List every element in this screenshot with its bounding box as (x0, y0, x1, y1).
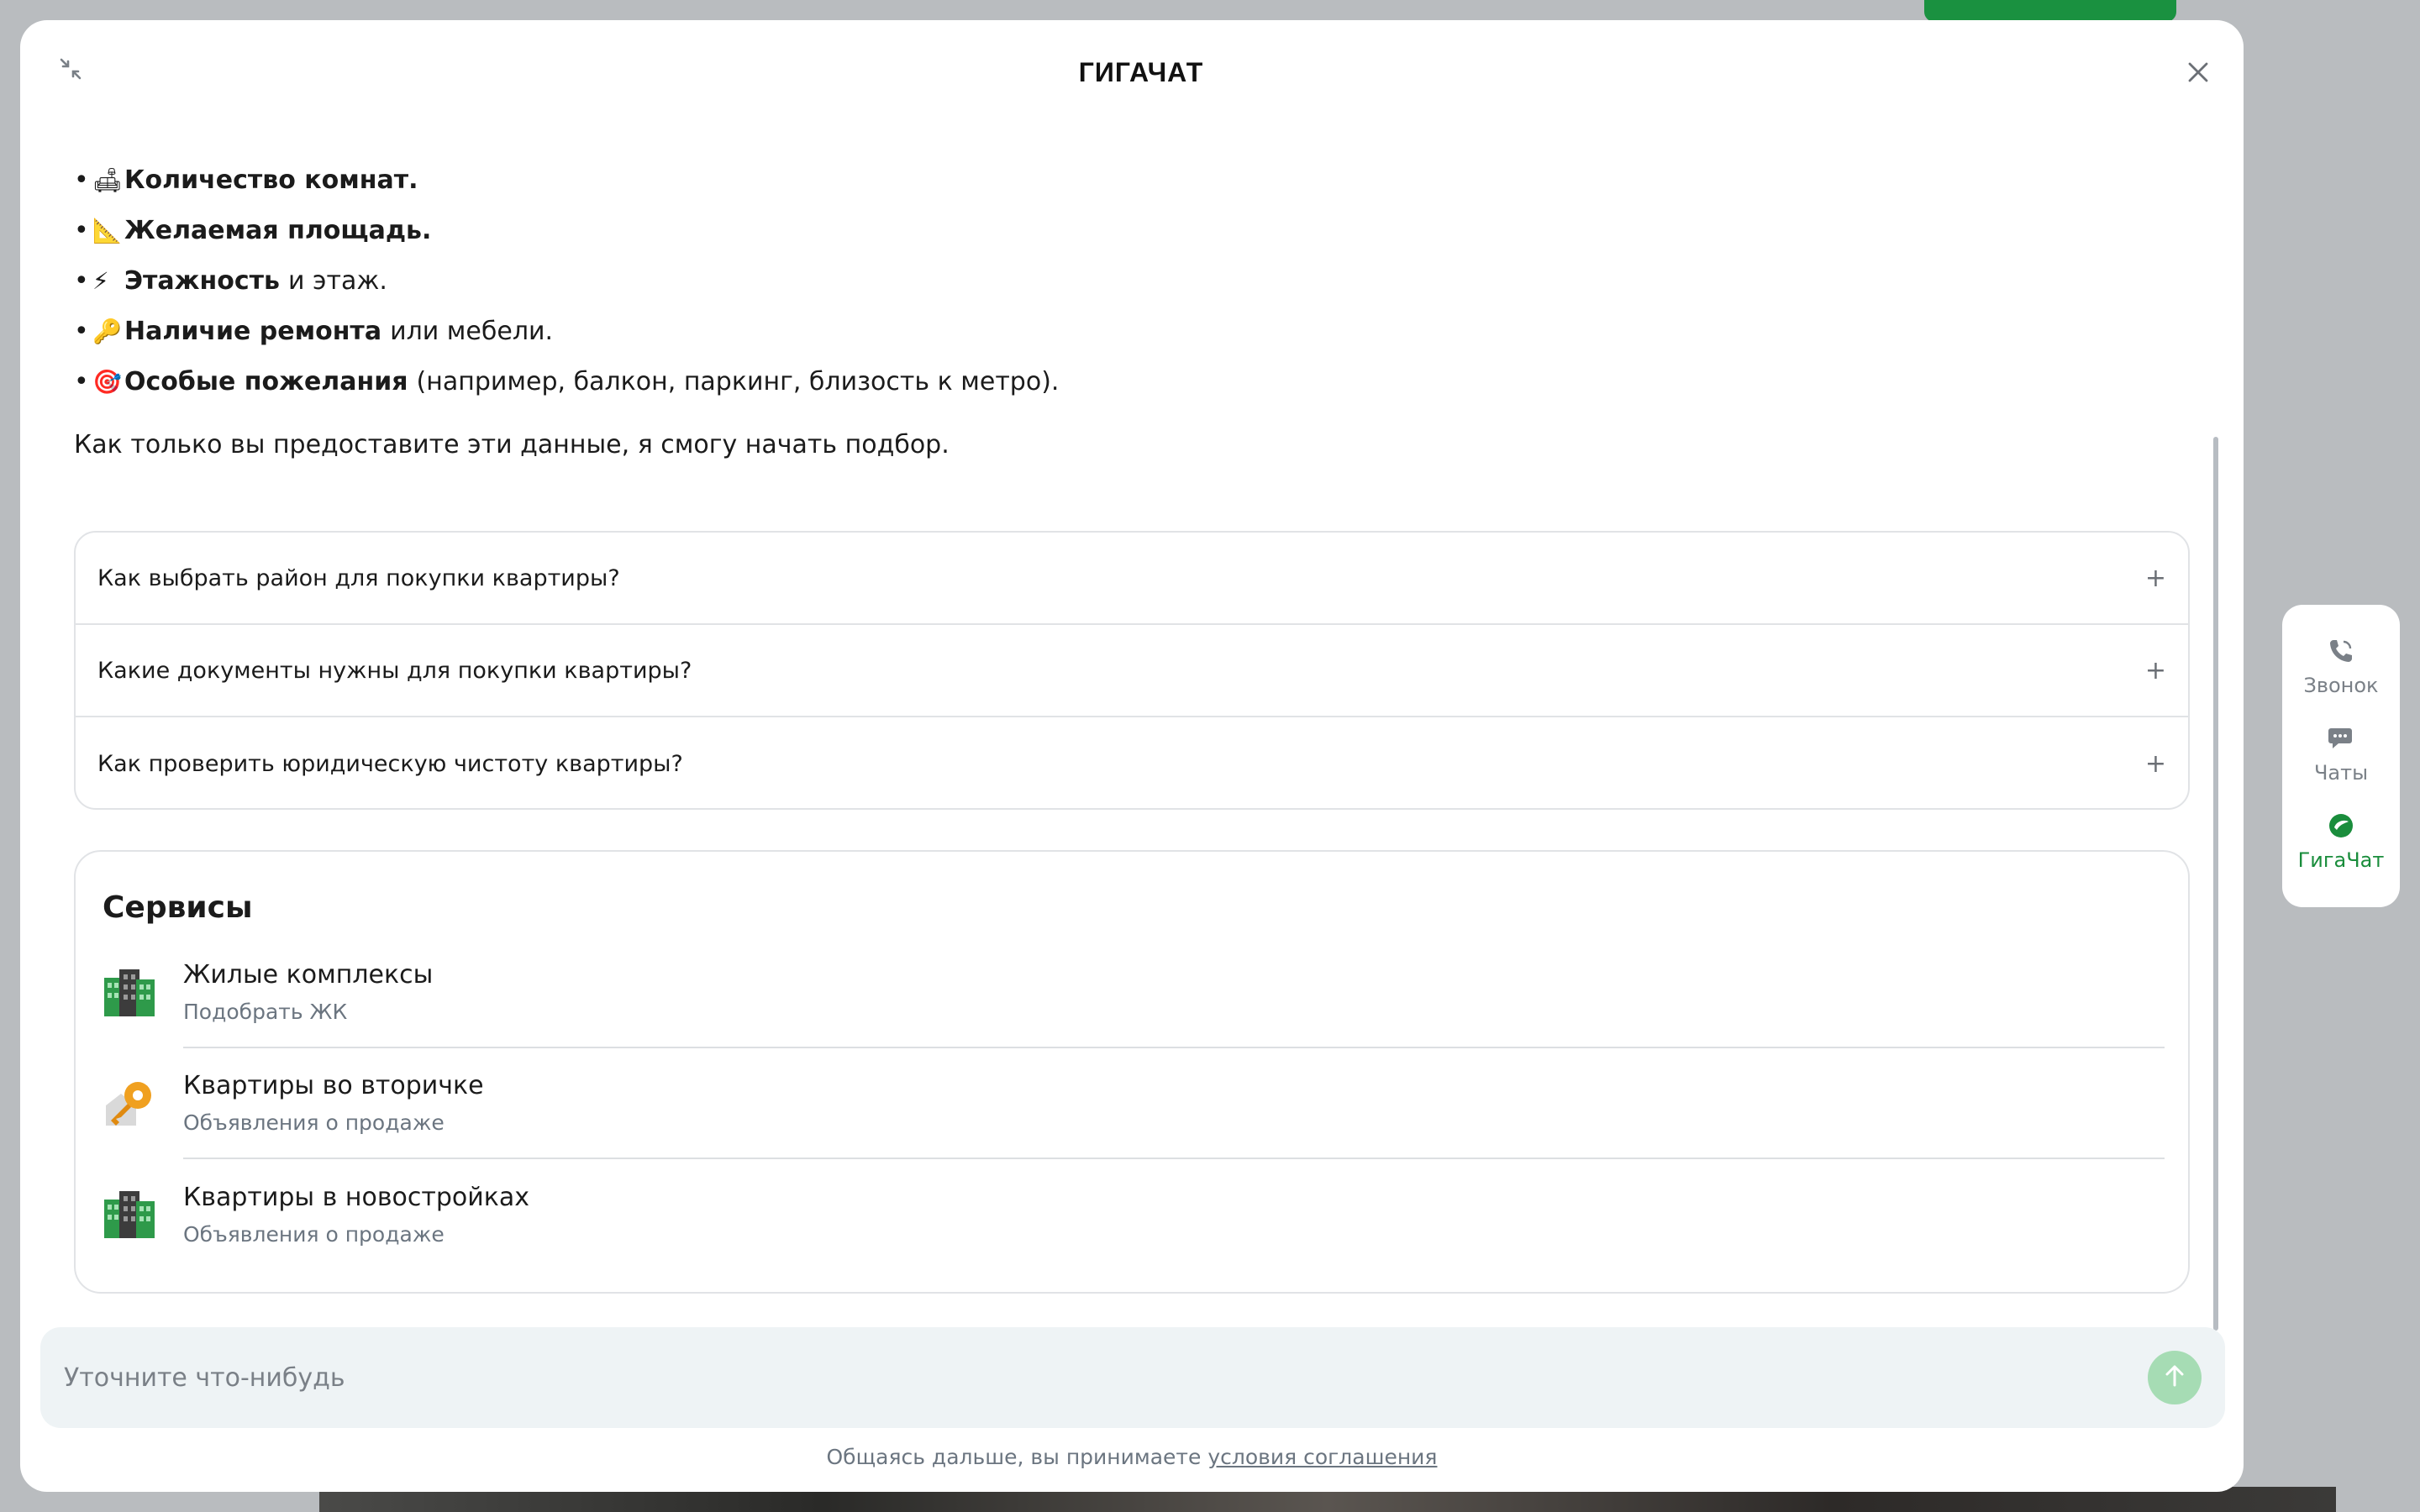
key-icon: 🔑 (92, 317, 122, 345)
list-item: • 🎯 Особые пожелания (например, балкон, … (74, 366, 1060, 396)
ruler-icon: 📐 (92, 216, 122, 244)
bullet-bold: Этажность (124, 265, 280, 296)
buildings-icon (103, 1188, 156, 1242)
side-item-label: ГигаЧат (2297, 848, 2385, 872)
suggestion-item[interactable]: Какие документы нужны для покупки кварти… (76, 625, 2188, 717)
list-item: • ⚡ Этажность и этаж. (74, 265, 387, 296)
car-seat-icon: 🛋 (92, 165, 123, 194)
side-item-call[interactable]: Звонок (2303, 637, 2379, 724)
services-card: Сервисы Жилые комплексы Подобрать ЖК Ква… (74, 850, 2190, 1294)
modal-header: ГИГАЧАТ (20, 20, 2244, 121)
plus-icon: + (2144, 748, 2166, 779)
side-item-label: Чаты (2313, 761, 2369, 785)
service-item-residential-complexes[interactable]: Жилые комплексы Подобрать ЖК (103, 937, 2165, 1048)
message-input[interactable] (64, 1362, 2148, 1393)
suggestion-question: Как выбрать район для покупки квартиры? (97, 564, 620, 591)
close-button[interactable] (2180, 55, 2217, 92)
suggestion-accordion: Как выбрать район для покупки квартиры? … (74, 531, 2190, 810)
phone-icon (2327, 637, 2355, 669)
close-icon (2187, 61, 2209, 87)
footer-text: Общаясь дальше, вы принимаете (826, 1445, 1202, 1469)
chat-icon (2327, 724, 2355, 756)
suggestion-question: Как проверить юридическую чистоту кварти… (97, 750, 683, 777)
service-subtitle: Подобрать ЖК (183, 1000, 348, 1024)
agreement-footer: Общаясь дальше, вы принимаете условия со… (20, 1445, 2244, 1469)
services-title: Сервисы (103, 890, 253, 925)
logo-text: ГИГАЧАТ (1079, 58, 1203, 87)
bullet-bold: Желаемая площадь. (124, 215, 432, 245)
bullet-text: или мебели. (390, 316, 554, 346)
service-item-secondary-apartments[interactable]: Квартиры во вторичке Объявления о продаж… (103, 1048, 2165, 1159)
list-item: • 📐 Желаемая площадь. (74, 215, 432, 245)
list-item: • 🛋 Количество комнат. (74, 165, 418, 195)
list-item: • 🔑 Наличие ремонта или мебели. (74, 316, 554, 346)
service-subtitle: Объявления о продаже (183, 1110, 445, 1135)
side-item-chats[interactable]: Чаты (2314, 724, 2368, 811)
bullet-bold: Количество комнат. (124, 165, 418, 195)
target-icon: 🎯 (92, 367, 122, 396)
bullet-text: и этаж. (287, 265, 387, 296)
send-button[interactable] (2148, 1351, 2202, 1404)
suggestion-question: Какие документы нужны для покупки кварти… (97, 657, 692, 684)
collapse-icon (59, 57, 82, 84)
service-title: Квартиры во вторичке (183, 1071, 484, 1100)
side-item-gigachat[interactable]: ГигаЧат (2297, 811, 2385, 899)
message-content: • 🛋 Количество комнат. • 📐 Желаемая площ… (74, 155, 2208, 460)
service-title: Жилые комплексы (183, 960, 434, 990)
lightning-icon: ⚡ (92, 266, 109, 295)
plus-icon: + (2144, 655, 2166, 685)
service-item-new-buildings[interactable]: Квартиры в новостройках Объявления о про… (103, 1159, 2165, 1270)
bullet-text: (например, балкон, паркинг, близость к м… (416, 366, 1060, 396)
bullet-bold: Особые пожелания (124, 366, 408, 396)
side-panel: Звонок Чаты ГигаЧат (2282, 605, 2400, 907)
side-item-label: Звонок (2303, 674, 2379, 697)
closing-text: Как только вы предоставите эти данные, я… (74, 430, 950, 459)
suggestion-item[interactable]: Как проверить юридическую чистоту кварти… (76, 717, 2188, 808)
service-title: Квартиры в новостройках (183, 1183, 529, 1212)
agreement-link[interactable]: условия соглашения (1207, 1445, 1437, 1469)
scrollbar[interactable] (2213, 437, 2218, 1331)
gigachat-logo: ГИГАЧАТ (1040, 55, 1242, 89)
buildings-icon (103, 966, 156, 1020)
suggestion-item[interactable]: Как выбрать район для покупки квартиры? … (76, 533, 2188, 625)
message-input-bar (40, 1327, 2225, 1428)
bullet-bold: Наличие ремонта (124, 316, 382, 346)
key-house-icon (103, 1077, 156, 1131)
background-fragment (1924, 0, 2176, 22)
gigachat-icon (2327, 811, 2355, 843)
arrow-up-icon (2162, 1363, 2187, 1392)
plus-icon: + (2144, 563, 2166, 593)
gigachat-modal: ГИГАЧАТ • 🛋 Количество комнат. • 📐 Желае… (20, 20, 2244, 1492)
service-subtitle: Объявления о продаже (183, 1222, 445, 1247)
collapse-button[interactable] (54, 54, 87, 87)
